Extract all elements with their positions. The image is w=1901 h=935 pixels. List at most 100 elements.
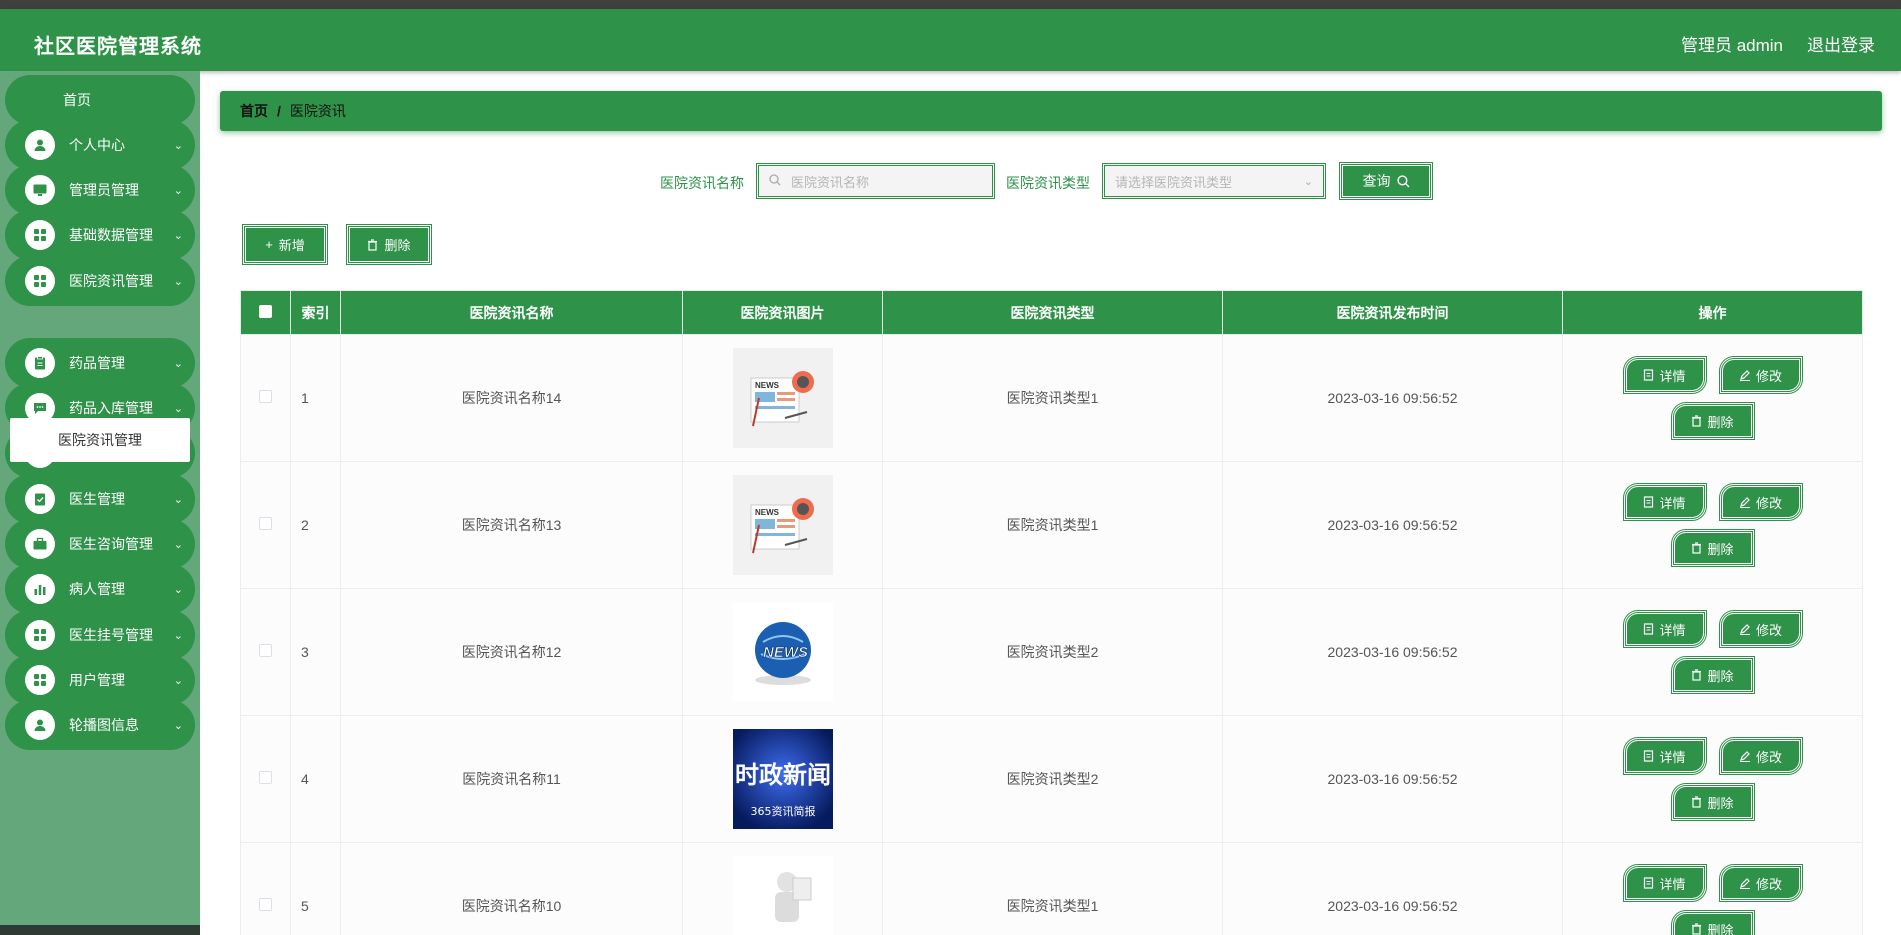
chevron-down-icon: ⌄ xyxy=(173,493,183,506)
sidebar-item-label: 药品入库管理 xyxy=(69,400,153,416)
table-row: 2 医院资讯名称13 NEWS 医院资讯类型1 2023-03-16 09:56:52 详… xyxy=(240,461,1863,589)
detail-button[interactable]: 详情 xyxy=(1622,483,1707,521)
select-all-checkbox[interactable] xyxy=(240,290,291,335)
delete-button[interactable]: 删除 xyxy=(1670,910,1755,935)
delete-button[interactable]: 删除 xyxy=(1670,402,1755,440)
sidebar-item-label: 医生管理 xyxy=(69,491,125,507)
sidebar-item-9[interactable]: 医生咨询管理 ⌄ xyxy=(5,519,195,569)
breadcrumb: 首页 / 医院资讯 xyxy=(220,91,1882,131)
detail-button[interactable]: 详情 xyxy=(1622,864,1707,902)
sidebar-item-5[interactable]: 药品管理 ⌄ xyxy=(5,338,195,388)
grid-icon xyxy=(25,220,55,250)
edit-button[interactable]: 修改 xyxy=(1718,864,1803,902)
window-top-strip xyxy=(0,0,1901,9)
document-icon xyxy=(1644,369,1654,381)
row-publish-time: 2023-03-16 09:56:52 xyxy=(1222,715,1563,843)
document-icon xyxy=(1644,496,1654,508)
delete-button[interactable]: 删除 xyxy=(1670,529,1755,567)
delete-label: 删除 xyxy=(1707,922,1734,935)
batch-delete-button[interactable]: 删除 xyxy=(346,224,432,265)
trash-icon xyxy=(368,238,378,251)
add-button[interactable]: + 新增 xyxy=(242,224,328,265)
sidebar-item-13[interactable]: 轮播图信息 ⌄ xyxy=(5,700,195,750)
chevron-down-icon: ⌄ xyxy=(173,402,183,415)
sidebar-item-label: 轮播图信息 xyxy=(69,717,139,733)
news-name-placeholder: 医院资讯名称 xyxy=(791,174,870,190)
table-row: 5医院资讯名称10NEWS医院资讯类型12023-03-16 09:56:52详… xyxy=(240,842,1863,935)
row-news-name: 医院资讯名称11 xyxy=(340,715,683,843)
sidebar-item-4[interactable]: 医院资讯管理 ⌄ xyxy=(5,256,195,306)
document-icon xyxy=(1644,750,1654,762)
delete-button[interactable]: 删除 xyxy=(1670,783,1755,821)
briefcase-icon xyxy=(25,529,55,559)
document-icon xyxy=(1644,623,1654,635)
sidebar-item-8[interactable]: 医生管理 ⌄ xyxy=(5,474,195,524)
top-header: 社区医院管理系统 管理员 admin 退出登录 xyxy=(0,9,1901,71)
sidebar-item-10[interactable]: 病人管理 ⌄ xyxy=(5,564,195,614)
row-checkbox[interactable] xyxy=(240,588,291,716)
news-type-select[interactable]: 请选择医院资讯类型 ⌄ xyxy=(1102,163,1326,199)
chevron-down-icon: ⌄ xyxy=(173,583,183,596)
sidebar-item-label: 病人管理 xyxy=(69,581,125,597)
sidebar-item-label: 用户管理 xyxy=(69,672,125,688)
submenu-item-news-management[interactable]: 医院资讯管理 xyxy=(10,418,190,462)
row-news-image: NEWS xyxy=(682,461,883,589)
row-checkbox[interactable] xyxy=(240,842,291,935)
chevron-down-icon: ⌄ xyxy=(173,538,183,551)
trash-icon xyxy=(1692,669,1702,681)
row-index: 2 xyxy=(290,461,341,589)
sidebar-item-label: 医院资讯管理 xyxy=(69,273,153,289)
row-publish-time: 2023-03-16 09:56:52 xyxy=(1222,588,1563,716)
row-news-name: 医院资讯名称13 xyxy=(340,461,683,589)
sidebar-item-label: 药品管理 xyxy=(69,355,125,371)
news-name-input[interactable]: 医院资讯名称 xyxy=(756,163,995,199)
breadcrumb-home[interactable]: 首页 xyxy=(240,101,268,121)
row-actions: 详情 修改删除 xyxy=(1562,842,1863,935)
detail-button[interactable]: 详情 xyxy=(1622,356,1707,394)
query-button[interactable]: 查询 xyxy=(1339,162,1433,200)
edit-label: 修改 xyxy=(1755,876,1782,892)
sidebar-item-3[interactable]: 基础数据管理 ⌄ xyxy=(5,210,195,260)
trash-icon xyxy=(1692,796,1702,808)
news-type-placeholder: 请选择医院资讯类型 xyxy=(1115,174,1233,190)
grid-icon xyxy=(25,266,55,296)
row-checkbox[interactable] xyxy=(240,715,291,843)
edit-button[interactable]: 修改 xyxy=(1718,483,1803,521)
trash-icon xyxy=(1692,542,1702,554)
edit-button[interactable]: 修改 xyxy=(1718,356,1803,394)
sidebar-item-home[interactable]: 首页 xyxy=(5,75,195,125)
edit-button[interactable]: 修改 xyxy=(1718,610,1803,648)
svg-text:NEWS: NEWS xyxy=(755,381,780,390)
edit-icon xyxy=(1739,624,1750,635)
globe-news-icon: NEWS xyxy=(683,602,882,702)
delete-button[interactable]: 删除 xyxy=(1670,656,1755,694)
sidebar-item-label: 首页 xyxy=(63,92,91,108)
row-index: 3 xyxy=(290,588,341,716)
app-title: 社区医院管理系统 xyxy=(34,36,202,58)
delete-label: 删除 xyxy=(1707,541,1734,557)
edit-button[interactable]: 修改 xyxy=(1718,737,1803,775)
detail-button[interactable]: 详情 xyxy=(1622,610,1707,648)
row-news-image: 时政新闻 365资讯简报 xyxy=(682,715,883,843)
chevron-down-icon: ⌄ xyxy=(173,629,183,642)
trash-icon xyxy=(1692,415,1702,427)
news-figure-icon: NEWS xyxy=(683,856,882,935)
logout-link[interactable]: 退出登录 xyxy=(1807,31,1875,56)
row-checkbox[interactable] xyxy=(240,461,291,589)
row-news-type: 医院资讯类型2 xyxy=(882,715,1223,843)
sidebar-item-11[interactable]: 医生挂号管理 ⌄ xyxy=(5,610,195,660)
row-news-type: 医院资讯类型2 xyxy=(882,588,1223,716)
detail-button[interactable]: 详情 xyxy=(1622,737,1707,775)
query-button-label: 查询 xyxy=(1362,173,1391,189)
svg-text:365资讯简报: 365资讯简报 xyxy=(750,804,815,818)
row-publish-time: 2023-03-16 09:56:52 xyxy=(1222,842,1563,935)
sidebar-item-12[interactable]: 用户管理 ⌄ xyxy=(5,655,195,705)
column-header-actions: 操作 xyxy=(1562,290,1863,335)
user-icon xyxy=(25,710,55,740)
edit-label: 修改 xyxy=(1755,622,1782,638)
row-news-type: 医院资讯类型1 xyxy=(882,842,1223,935)
sidebar: 首页 个人中心 ⌄ 管理员管理 ⌄ 基础数据管理 ⌄ 医院资讯管理 ⌄ 药品管理 ⌄ 药品入库管理 ⌄… xyxy=(0,71,200,935)
header-user-area: 管理员 admin 退出登录 xyxy=(1681,31,1875,56)
edit-icon xyxy=(1739,370,1750,381)
row-checkbox[interactable] xyxy=(240,334,291,462)
